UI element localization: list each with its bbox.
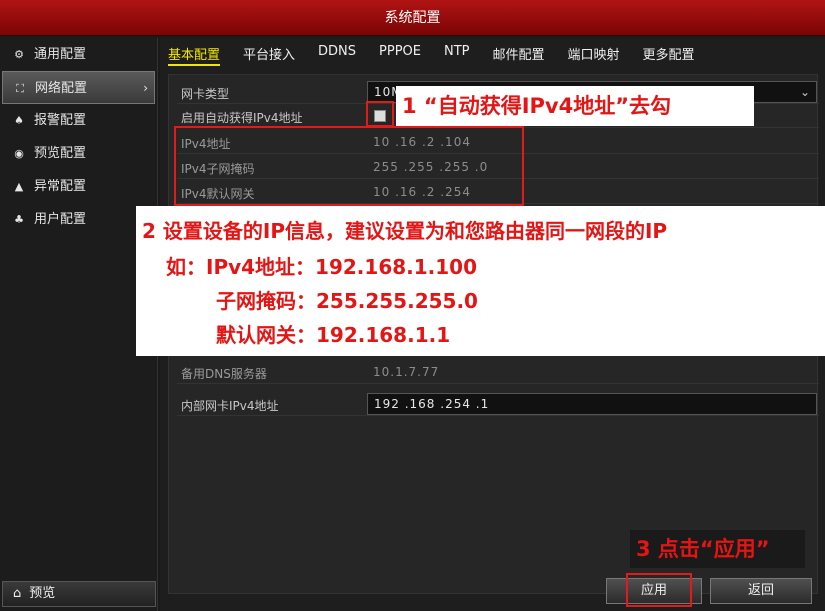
dhcp-label: 启用自动获得IPv4地址 (181, 111, 303, 125)
users-icon: ♣ (14, 213, 24, 226)
tab-basic[interactable]: 基本配置 (168, 44, 221, 66)
dns2-label: 备用DNS服务器 (181, 367, 267, 381)
network-icon: ⛶ (16, 82, 24, 95)
sidebar-item-preview[interactable]: ◉ 预览配置 (0, 137, 157, 170)
tab-ntp[interactable]: NTP (444, 44, 470, 66)
step3-text: 3 点击“应用” (636, 537, 770, 561)
nic-type-label: 网卡类型 (181, 87, 230, 101)
sidebar-item-label: 用户配置 (34, 212, 87, 227)
sidebar-item-alarm[interactable]: ♠ 报警配置 (0, 104, 157, 137)
sidebar: ⚙ 通用配置 ⛶ 网络配置 › ♠ 报警配置 ◉ 预览配置 ▲ 异常配置 ♣ 用户配置 ⌂ 预… (0, 38, 158, 611)
ip-fields-highlight-frame (174, 126, 524, 206)
lan-ipv4-value: 192 .168 .254 .1 (374, 397, 490, 411)
sidebar-item-general[interactable]: ⚙ 通用配置 (0, 38, 157, 71)
step2-callout: 2 设置设备的IP信息，建议设置为和您路由器同一网段的IP 如：IPv4地址：1… (136, 206, 825, 356)
sidebar-item-label: 网络配置 (35, 81, 88, 96)
tab-pppoe[interactable]: PPPOE (379, 44, 421, 66)
step2-line2: 如：IPv4地址：192.168.1.100 (166, 255, 478, 279)
dns2-field[interactable]: 10.1.7.77 (373, 365, 439, 379)
tab-port-mapping[interactable]: 端口映射 (568, 44, 620, 66)
step3-callout: 3 点击“应用” (630, 530, 805, 568)
tab-ddns[interactable]: DDNS (318, 44, 356, 66)
preview-button[interactable]: ⌂ 预览 (2, 581, 156, 607)
lan-ipv4-row: 内部网卡IPv4地址 192 .168 .254 .1 (177, 393, 819, 416)
sidebar-item-network[interactable]: ⛶ 网络配置 › (2, 71, 155, 104)
back-button[interactable]: 返回 (710, 578, 812, 604)
step1-callout: 1 “自动获得IPv4地址”去勾 (396, 86, 754, 126)
sidebar-item-users[interactable]: ♣ 用户配置 (0, 203, 157, 236)
home-icon: ⌂ (13, 586, 22, 601)
step2-line3: 子网掩码：255.255.255.0 (216, 289, 478, 313)
step2-line1: 2 设置设备的IP信息，建议设置为和您路由器同一网段的IP (142, 219, 668, 243)
tab-more[interactable]: 更多配置 (643, 44, 695, 66)
dns2-row: 备用DNS服务器 10.1.7.77 (177, 361, 819, 384)
sidebar-item-label: 报警配置 (34, 113, 87, 128)
eye-icon: ◉ (14, 147, 24, 160)
step2-line4: 默认网关：192.168.1.1 (216, 323, 451, 347)
back-button-label: 返回 (747, 583, 774, 598)
sidebar-item-label: 通用配置 (34, 47, 87, 62)
sidebar-item-label: 异常配置 (34, 179, 87, 194)
sidebar-item-exception[interactable]: ▲ 异常配置 (0, 170, 157, 203)
chevron-down-icon: ⌄ (799, 85, 810, 99)
window-title: 系统配置 (384, 10, 441, 26)
tab-bar: 基本配置 平台接入 DDNS PPPOE NTP 邮件配置 端口映射 更多配置 (168, 44, 718, 66)
lan-ipv4-field[interactable]: 192 .168 .254 .1 (367, 393, 817, 415)
window-title-bar: 系统配置 (0, 0, 825, 36)
step1-text: 1 “自动获得IPv4地址”去勾 (402, 94, 672, 118)
tab-platform[interactable]: 平台接入 (243, 44, 295, 66)
dhcp-highlight-frame (366, 101, 394, 127)
sidebar-item-label: 预览配置 (34, 146, 87, 161)
gear-icon: ⚙ (14, 48, 24, 61)
chevron-right-icon: › (143, 81, 148, 95)
tab-email[interactable]: 邮件配置 (493, 44, 545, 66)
preview-button-label: 预览 (29, 586, 56, 601)
lan-ipv4-label: 内部网卡IPv4地址 (181, 399, 279, 413)
warning-icon: ▲ (14, 180, 24, 193)
alarm-icon: ♠ (14, 114, 24, 127)
apply-highlight-frame (626, 573, 692, 607)
